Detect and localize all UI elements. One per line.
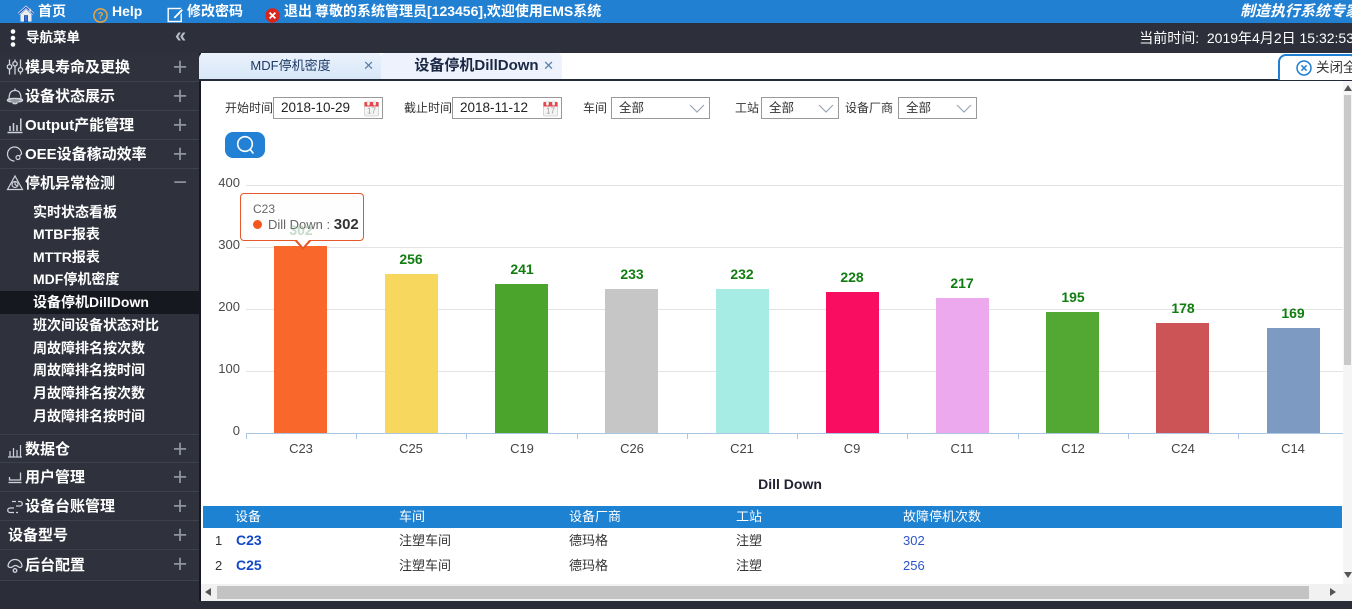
svg-text:?: ? xyxy=(97,11,103,22)
svg-text:17: 17 xyxy=(367,107,376,116)
svg-text:17: 17 xyxy=(546,107,555,116)
